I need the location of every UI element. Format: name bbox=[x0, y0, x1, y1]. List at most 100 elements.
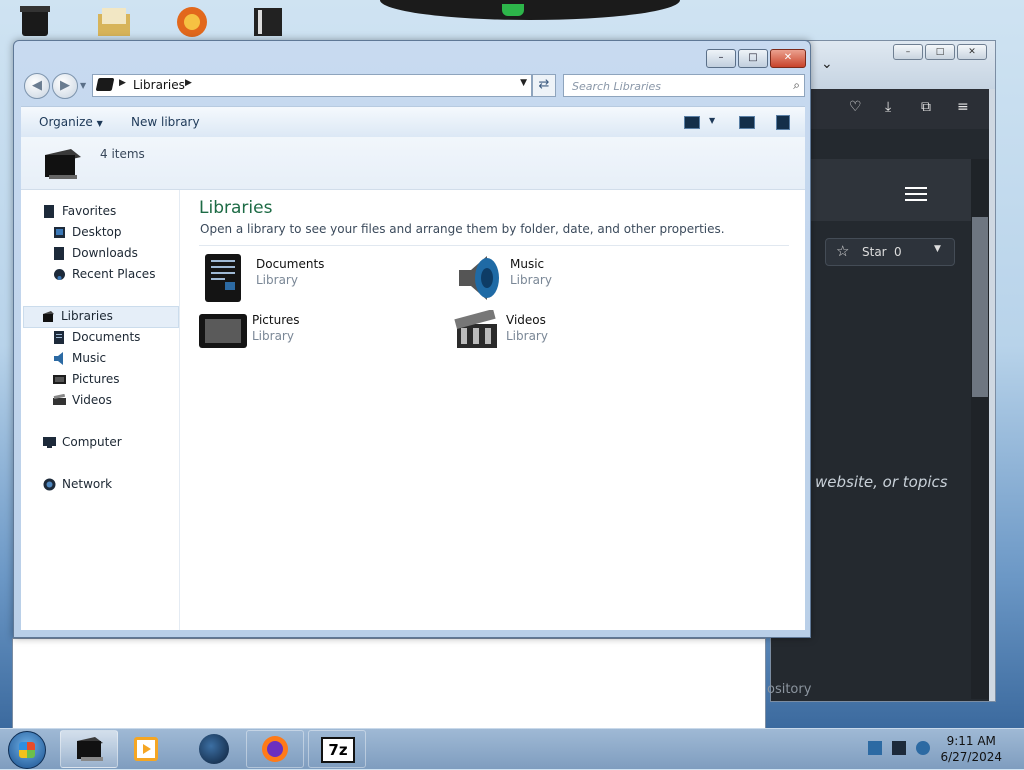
breadcrumb-arrow-icon[interactable]: ▶ bbox=[119, 78, 126, 88]
library-item-videos[interactable]: Videos Library bbox=[453, 308, 673, 358]
nav-downloads[interactable]: Downloads bbox=[53, 244, 173, 264]
divider bbox=[199, 245, 789, 246]
back-button[interactable]: ◀ bbox=[24, 73, 50, 99]
pictures-icon bbox=[53, 373, 66, 386]
videos-library-icon bbox=[453, 308, 501, 353]
start-button[interactable] bbox=[8, 731, 46, 769]
documents-icon bbox=[53, 331, 66, 344]
book-icon[interactable] bbox=[250, 4, 286, 38]
action-center-icon[interactable] bbox=[868, 741, 882, 755]
nav-favorites[interactable]: Favorites bbox=[43, 202, 173, 222]
browser-maximize-button[interactable]: □ bbox=[925, 44, 955, 60]
globe-icon[interactable] bbox=[199, 734, 229, 764]
star-button[interactable]: ☆ Star 0 ▼ bbox=[825, 238, 955, 266]
recent-places-icon bbox=[53, 268, 66, 281]
forward-button[interactable]: ▶ bbox=[52, 73, 78, 99]
refresh-button[interactable]: ⇄ bbox=[532, 74, 556, 97]
close-button[interactable]: ✕ bbox=[770, 49, 806, 68]
nav-videos[interactable]: Videos bbox=[53, 391, 173, 411]
chevron-down-icon[interactable]: ⌄ bbox=[821, 56, 833, 72]
library-kind: Library bbox=[252, 329, 294, 343]
browser-partial-text: website, or topics bbox=[815, 473, 948, 491]
organize-button[interactable]: Organize ▼ bbox=[39, 115, 103, 129]
nav-recent-places[interactable]: Recent Places bbox=[53, 265, 173, 285]
caret-down-icon[interactable]: ▼ bbox=[934, 244, 941, 254]
search-icon[interactable]: ⌕ bbox=[793, 78, 800, 93]
browser-minimize-button[interactable]: – bbox=[893, 44, 923, 60]
star-icon: ☆ bbox=[836, 242, 850, 260]
view-dropdown-icon[interactable]: ▼ bbox=[709, 116, 715, 125]
libraries-large-icon bbox=[41, 145, 83, 179]
7zip-label: 7z bbox=[321, 737, 355, 763]
content-area: Libraries Open a library to see your fil… bbox=[199, 190, 805, 630]
address-bar[interactable]: ▶ Libraries ▶ ▼ bbox=[92, 74, 532, 97]
nav-network[interactable]: Network bbox=[43, 475, 173, 495]
library-name: Documents bbox=[256, 257, 325, 271]
download-icon[interactable]: ⤓ bbox=[885, 99, 891, 115]
search-box[interactable]: ⌕ bbox=[563, 74, 805, 97]
maximize-button[interactable]: □ bbox=[738, 49, 768, 68]
libraries-icon bbox=[42, 310, 55, 323]
browser-close-button[interactable]: ✕ bbox=[957, 44, 987, 60]
firefox-icon[interactable] bbox=[246, 730, 304, 768]
recent-pages-dropdown[interactable]: ▼ bbox=[80, 81, 86, 90]
7zip-icon[interactable]: 7z bbox=[308, 730, 366, 768]
library-name: Pictures bbox=[252, 313, 300, 327]
library-name: Videos bbox=[506, 313, 546, 327]
help-icon[interactable] bbox=[776, 115, 790, 130]
nav-documents[interactable]: Documents bbox=[53, 328, 173, 348]
star-icon bbox=[43, 205, 56, 218]
library-item-pictures[interactable]: Pictures Library bbox=[199, 310, 419, 358]
desktop-icon bbox=[53, 226, 66, 239]
pocket-icon[interactable]: ♡ bbox=[849, 99, 862, 115]
clock[interactable]: 9:11 AM 6/27/2024 bbox=[940, 733, 1002, 765]
network-tray-icon[interactable] bbox=[916, 741, 930, 755]
change-view-icon[interactable] bbox=[684, 116, 700, 129]
background-window[interactable] bbox=[12, 638, 766, 732]
extensions-icon[interactable]: ⧉ bbox=[921, 99, 931, 115]
nav-pictures[interactable]: Pictures bbox=[53, 370, 173, 390]
computer-icon bbox=[43, 436, 56, 449]
library-kind: Library bbox=[506, 329, 548, 343]
details-header: 4 items bbox=[21, 137, 805, 190]
taskbar: 7z 9:11 AM 6/27/2024 bbox=[0, 728, 1024, 769]
page-description: Open a library to see your files and arr… bbox=[200, 222, 725, 236]
library-name: Music bbox=[510, 257, 545, 271]
nav-computer[interactable]: Computer bbox=[43, 433, 173, 453]
nav-libraries[interactable]: Libraries bbox=[23, 306, 179, 328]
folder-icon[interactable] bbox=[96, 4, 132, 38]
hamburger-icon[interactable] bbox=[905, 183, 927, 205]
nav-desktop[interactable]: Desktop bbox=[53, 223, 173, 243]
library-item-music[interactable]: Music Library bbox=[457, 254, 677, 302]
browser-scrollbar-thumb[interactable] bbox=[972, 217, 988, 397]
green-indicator bbox=[502, 4, 524, 16]
caret-down-icon: ▼ bbox=[96, 119, 103, 128]
display-icon[interactable] bbox=[892, 741, 906, 755]
page-title: Libraries bbox=[199, 198, 273, 218]
command-bar: Organize ▼ New library ▼ bbox=[21, 106, 805, 138]
minimize-button[interactable]: – bbox=[706, 49, 736, 68]
star-count: 0 bbox=[894, 245, 902, 259]
downloads-icon bbox=[53, 247, 66, 260]
library-item-documents[interactable]: Documents Library bbox=[203, 254, 423, 302]
videos-icon bbox=[53, 393, 66, 407]
nav-music[interactable]: Music bbox=[53, 349, 173, 369]
preview-pane-icon[interactable] bbox=[739, 116, 755, 129]
pictures-library-icon bbox=[199, 310, 247, 353]
recycle-bin-icon[interactable] bbox=[18, 4, 54, 38]
windows-explorer-icon[interactable] bbox=[60, 730, 118, 768]
menu-icon[interactable]: ≡ bbox=[957, 99, 969, 115]
items-count: 4 items bbox=[100, 147, 145, 161]
address-dropdown-icon[interactable]: ▼ bbox=[520, 78, 527, 88]
music-icon bbox=[53, 352, 66, 365]
media-icon[interactable] bbox=[172, 4, 208, 38]
breadcrumb-arrow-icon[interactable]: ▶ bbox=[185, 78, 192, 88]
breadcrumb[interactable]: Libraries bbox=[133, 78, 185, 92]
search-input[interactable] bbox=[570, 77, 784, 95]
star-label: Star bbox=[862, 245, 887, 259]
media-player-icon[interactable] bbox=[134, 737, 158, 761]
library-kind: Library bbox=[510, 273, 552, 287]
top-decoration bbox=[380, 0, 680, 20]
new-library-button[interactable]: New library bbox=[131, 115, 200, 129]
explorer-window[interactable]: – □ ✕ ◀ ▶ ▼ ▶ Libraries ▶ ▼ ⇄ ⌕ Organize… bbox=[13, 40, 811, 638]
